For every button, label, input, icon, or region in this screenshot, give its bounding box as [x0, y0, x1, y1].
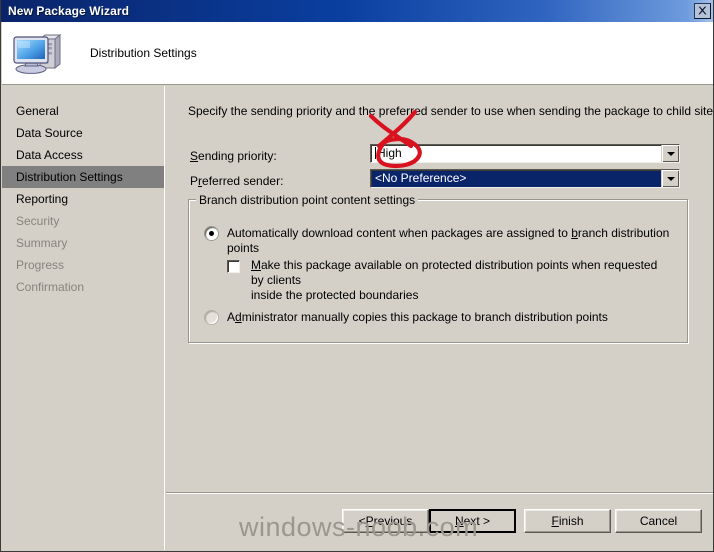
sending-priority-value-wrap: High [371, 145, 661, 162]
preferred-sender-label-rest: eferred sender: [202, 174, 284, 188]
sidebar-item-general[interactable]: General [2, 100, 164, 122]
radio-auto-download-label: Automatically download content when pack… [227, 226, 687, 256]
previous-button-post: revious [373, 514, 413, 528]
next-button[interactable]: Next > [429, 509, 516, 533]
dialog-button-bar: < Previous Next > Finish Cancel [166, 509, 713, 534]
radio-auto-download-label-accel: b [571, 226, 578, 240]
instruction-text: Specify the sending priority and the pre… [188, 104, 714, 118]
radio-manual-copy-label-pre: A [227, 310, 236, 324]
finish-button[interactable]: Finish [524, 509, 611, 533]
new-package-wizard-dialog: New Package Wizard Distribution Settings… [0, 0, 714, 552]
previous-button-pre: < [358, 514, 366, 528]
sidebar-item-progress: Progress [16, 258, 65, 272]
preferred-sender-value: <No Preference> [375, 171, 467, 185]
page-title: Distribution Settings [90, 46, 197, 60]
footer-divider [166, 492, 713, 494]
sidebar-item-distribution-settings[interactable]: Distribution Settings [2, 166, 164, 188]
sending-priority-dropdown[interactable]: High [370, 144, 680, 163]
previous-button[interactable]: < Previous [342, 509, 429, 533]
checkbox-protected-dp-box[interactable] [227, 260, 240, 273]
radio-manual-copy-button[interactable] [205, 311, 218, 324]
checkbox-protected-dp-label-line1: ake this package available on protected … [251, 258, 658, 287]
radio-auto-download-button[interactable] [205, 227, 218, 240]
checkbox-protected-dp-row[interactable]: Make this package available on protected… [227, 258, 672, 303]
radio-manual-copy-label-post: ministrator manually copies this package… [241, 310, 608, 324]
radio-auto-download-row[interactable]: Automatically download content when pack… [205, 226, 687, 256]
sidebar-item-data-source[interactable]: Data Source [2, 122, 164, 144]
sidebar-item-confirmation: Confirmation [16, 280, 85, 294]
finish-button-post: inish [558, 514, 584, 528]
close-icon [698, 6, 707, 15]
text-cursor [375, 147, 376, 159]
preferred-sender-label: Preferred sender: [190, 174, 283, 188]
wizard-step-list: General Data Source Data Access Distribu… [2, 86, 165, 550]
close-button[interactable] [694, 3, 711, 19]
group-title: Branch distribution point content settin… [196, 193, 419, 207]
checkbox-protected-dp-label: Make this package available on protected… [251, 258, 672, 303]
sending-priority-chevron-down-icon[interactable] [661, 145, 679, 162]
sidebar-item-summary: Summary [16, 236, 68, 250]
sending-priority-value: High [377, 146, 402, 160]
radio-manual-copy-row[interactable]: Administrator manually copies this packa… [205, 310, 608, 325]
checkbox-protected-dp-label-accel: M [251, 258, 261, 272]
checkbox-protected-dp-label-line2: inside the protected boundaries [251, 288, 419, 302]
next-button-accel: N [454, 514, 464, 528]
next-button-post: ext > [463, 514, 491, 528]
previous-button-accel: P [365, 514, 374, 528]
sidebar-item-data-access[interactable]: Data Access [2, 144, 164, 166]
wizard-header: Distribution Settings [2, 22, 713, 85]
preferred-sender-dropdown[interactable]: <No Preference> [370, 169, 680, 188]
finish-button-accel: F [551, 514, 559, 528]
wizard-content-panel: Specify the sending priority and the pre… [166, 86, 714, 550]
sending-priority-label-rest: ending priority: [198, 149, 277, 163]
cancel-button-label: Cancel [639, 514, 678, 528]
radio-auto-download-label-pre: Automatically download content when pack… [227, 226, 572, 240]
sidebar-item-reporting[interactable]: Reporting [2, 188, 164, 210]
sending-priority-label-accel: S [190, 149, 199, 163]
radio-manual-copy-label: Administrator manually copies this packa… [227, 310, 608, 325]
radio-manual-copy-label-accel: d [235, 310, 242, 324]
sidebar-item-security: Security [16, 214, 60, 228]
computer-icon [12, 29, 64, 77]
branch-distribution-point-group: Branch distribution point content settin… [188, 193, 688, 343]
preferred-sender-chevron-down-icon[interactable] [661, 170, 679, 187]
sending-priority-label: Sending priority: [190, 149, 277, 163]
title-bar[interactable]: New Package Wizard [1, 0, 713, 22]
preferred-sender-label-pre: P [190, 174, 199, 188]
cancel-button[interactable]: Cancel [615, 509, 702, 533]
window-title: New Package Wizard [8, 4, 130, 18]
